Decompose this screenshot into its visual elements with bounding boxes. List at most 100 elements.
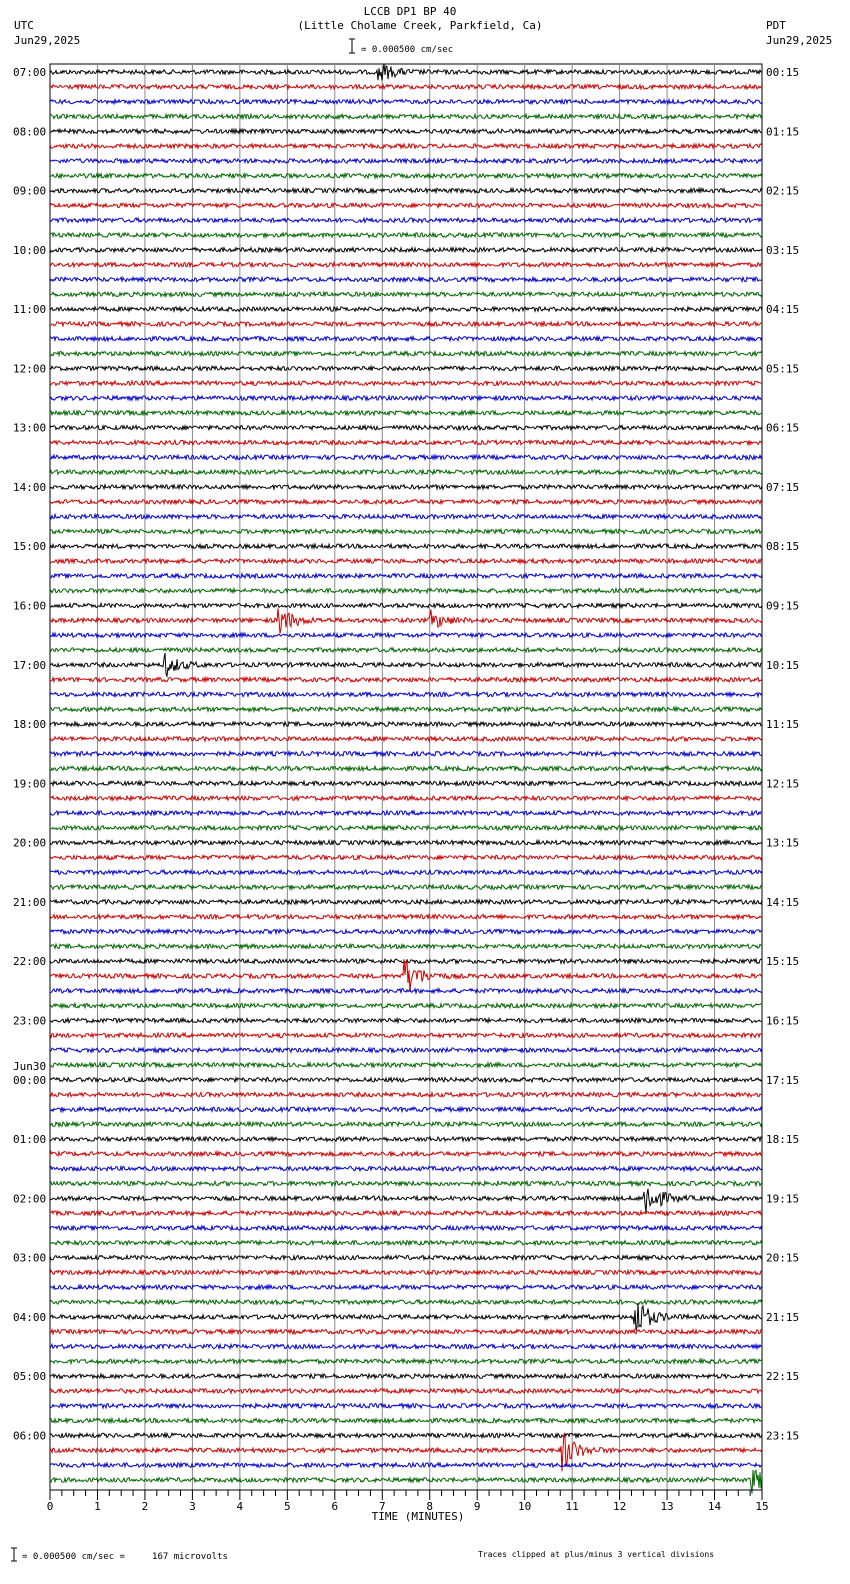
trace-line	[49, 1188, 763, 1213]
left-time-label: 08:00	[13, 125, 46, 138]
trace-line	[49, 1179, 763, 1188]
left-time-label: 13:00	[13, 422, 46, 435]
right-time-label: 17:15	[766, 1074, 799, 1087]
left-time-label: 04:00	[13, 1311, 46, 1324]
trace-line	[49, 601, 763, 610]
footer-scale-bar-icon	[11, 1547, 17, 1562]
trace-line	[49, 379, 762, 388]
trace-line	[50, 986, 763, 995]
x-tick-label: 12	[613, 1500, 626, 1513]
left-time-label: 20:00	[13, 837, 46, 850]
trace-line	[49, 1416, 763, 1425]
left-time-label: 10:00	[13, 244, 46, 257]
trace-line	[49, 1461, 763, 1470]
trace-line	[49, 305, 763, 314]
x-tick-label: 9	[474, 1500, 481, 1513]
trace-line	[49, 201, 763, 210]
right-time-label: 22:15	[766, 1370, 799, 1383]
x-tick-label: 6	[331, 1500, 338, 1513]
left-time-label: 22:00	[13, 955, 46, 968]
trace-line	[49, 631, 763, 640]
trace-line	[49, 334, 763, 343]
trace-line	[49, 438, 763, 447]
left-time-label: 14:00	[13, 481, 46, 494]
trace-line	[49, 1342, 763, 1351]
trace-line	[49, 652, 763, 679]
right-time-label: 05:15	[766, 362, 799, 375]
right-time-label: 20:15	[766, 1252, 799, 1265]
trace-line	[49, 1209, 763, 1218]
trace-line	[49, 794, 763, 803]
trace-line	[49, 1253, 763, 1262]
trace-line	[49, 734, 763, 743]
trace-line	[49, 608, 763, 634]
trace-line	[49, 1431, 763, 1440]
trace-line	[49, 720, 763, 729]
trace-line	[49, 690, 763, 699]
trace-line	[49, 245, 763, 254]
trace-line	[49, 1298, 763, 1307]
x-tick-label: 10	[518, 1500, 531, 1513]
trace-line	[49, 1283, 763, 1292]
trace-line	[49, 1135, 763, 1144]
right-time-label: 12:15	[766, 777, 799, 790]
trace-line	[49, 157, 763, 165]
trace-line	[49, 1076, 763, 1084]
trace-line	[49, 82, 763, 91]
trace-line	[49, 275, 763, 284]
trace-line	[49, 216, 763, 225]
x-tick-label: 5	[284, 1500, 291, 1513]
right-time-label: 13:15	[766, 837, 799, 850]
trace-line	[49, 127, 763, 136]
trace-line	[49, 868, 763, 877]
trace-line	[49, 586, 763, 595]
scale-bar-icon	[349, 38, 355, 54]
trace-line	[49, 959, 763, 993]
left-time-label: 03:00	[13, 1252, 46, 1265]
trace-line	[49, 63, 763, 81]
trace-line	[49, 675, 763, 684]
clip-note: Traces clipped at plus/minus 3 vertical …	[478, 1550, 714, 1559]
x-tick-label: 13	[660, 1500, 673, 1513]
x-tick-label: 11	[566, 1500, 579, 1513]
right-time-label: 15:15	[766, 955, 799, 968]
footer-scale: = 0.000500 cm/sec = 167 microvolts	[22, 1552, 228, 1562]
trace-line	[49, 1372, 763, 1381]
trace-line	[49, 468, 763, 476]
trace-line	[49, 364, 763, 373]
right-time-label: 07:15	[766, 481, 799, 494]
trace-line	[49, 394, 763, 403]
trace-line	[49, 1238, 763, 1247]
right-date: Jun29,2025	[766, 34, 832, 47]
chart-title: LCCB DP1 BP 40	[364, 5, 457, 18]
trace-line	[49, 1120, 763, 1129]
trace-line	[49, 1149, 763, 1158]
trace-line	[49, 1387, 763, 1396]
scale-label: = 0.000500 cm/sec	[361, 45, 453, 55]
trace-line	[49, 512, 763, 521]
trace-line	[49, 942, 763, 951]
trace-line	[50, 290, 763, 299]
trace-line	[49, 1105, 763, 1114]
left-time-label: 15:00	[13, 540, 46, 553]
trace-line	[49, 1357, 763, 1366]
trace-line	[49, 912, 763, 921]
right-time-label: 16:15	[766, 1014, 799, 1027]
trace-line	[49, 1060, 763, 1070]
left-timezone: UTC	[14, 19, 34, 32]
left-time-label: 17:00	[13, 659, 46, 672]
right-time-label: 00:15	[766, 66, 799, 79]
trace-line	[49, 838, 763, 847]
date-change-label: Jun30	[13, 1060, 46, 1073]
left-time-label: 02:00	[13, 1192, 46, 1205]
right-time-label: 23:15	[766, 1429, 799, 1442]
left-time-label: 06:00	[13, 1429, 46, 1442]
right-time-label: 14:15	[766, 896, 799, 909]
right-time-label: 11:15	[766, 718, 799, 731]
left-time-label: 18:00	[13, 718, 46, 731]
seismogram-chart: LCCB DP1 BP 40 (Little Cholame Creek, Pa…	[11, 5, 832, 1562]
trace-line	[49, 319, 763, 328]
x-tick-label: 1	[94, 1500, 101, 1513]
trace-line	[49, 112, 763, 121]
left-time-label: 05:00	[13, 1370, 46, 1383]
